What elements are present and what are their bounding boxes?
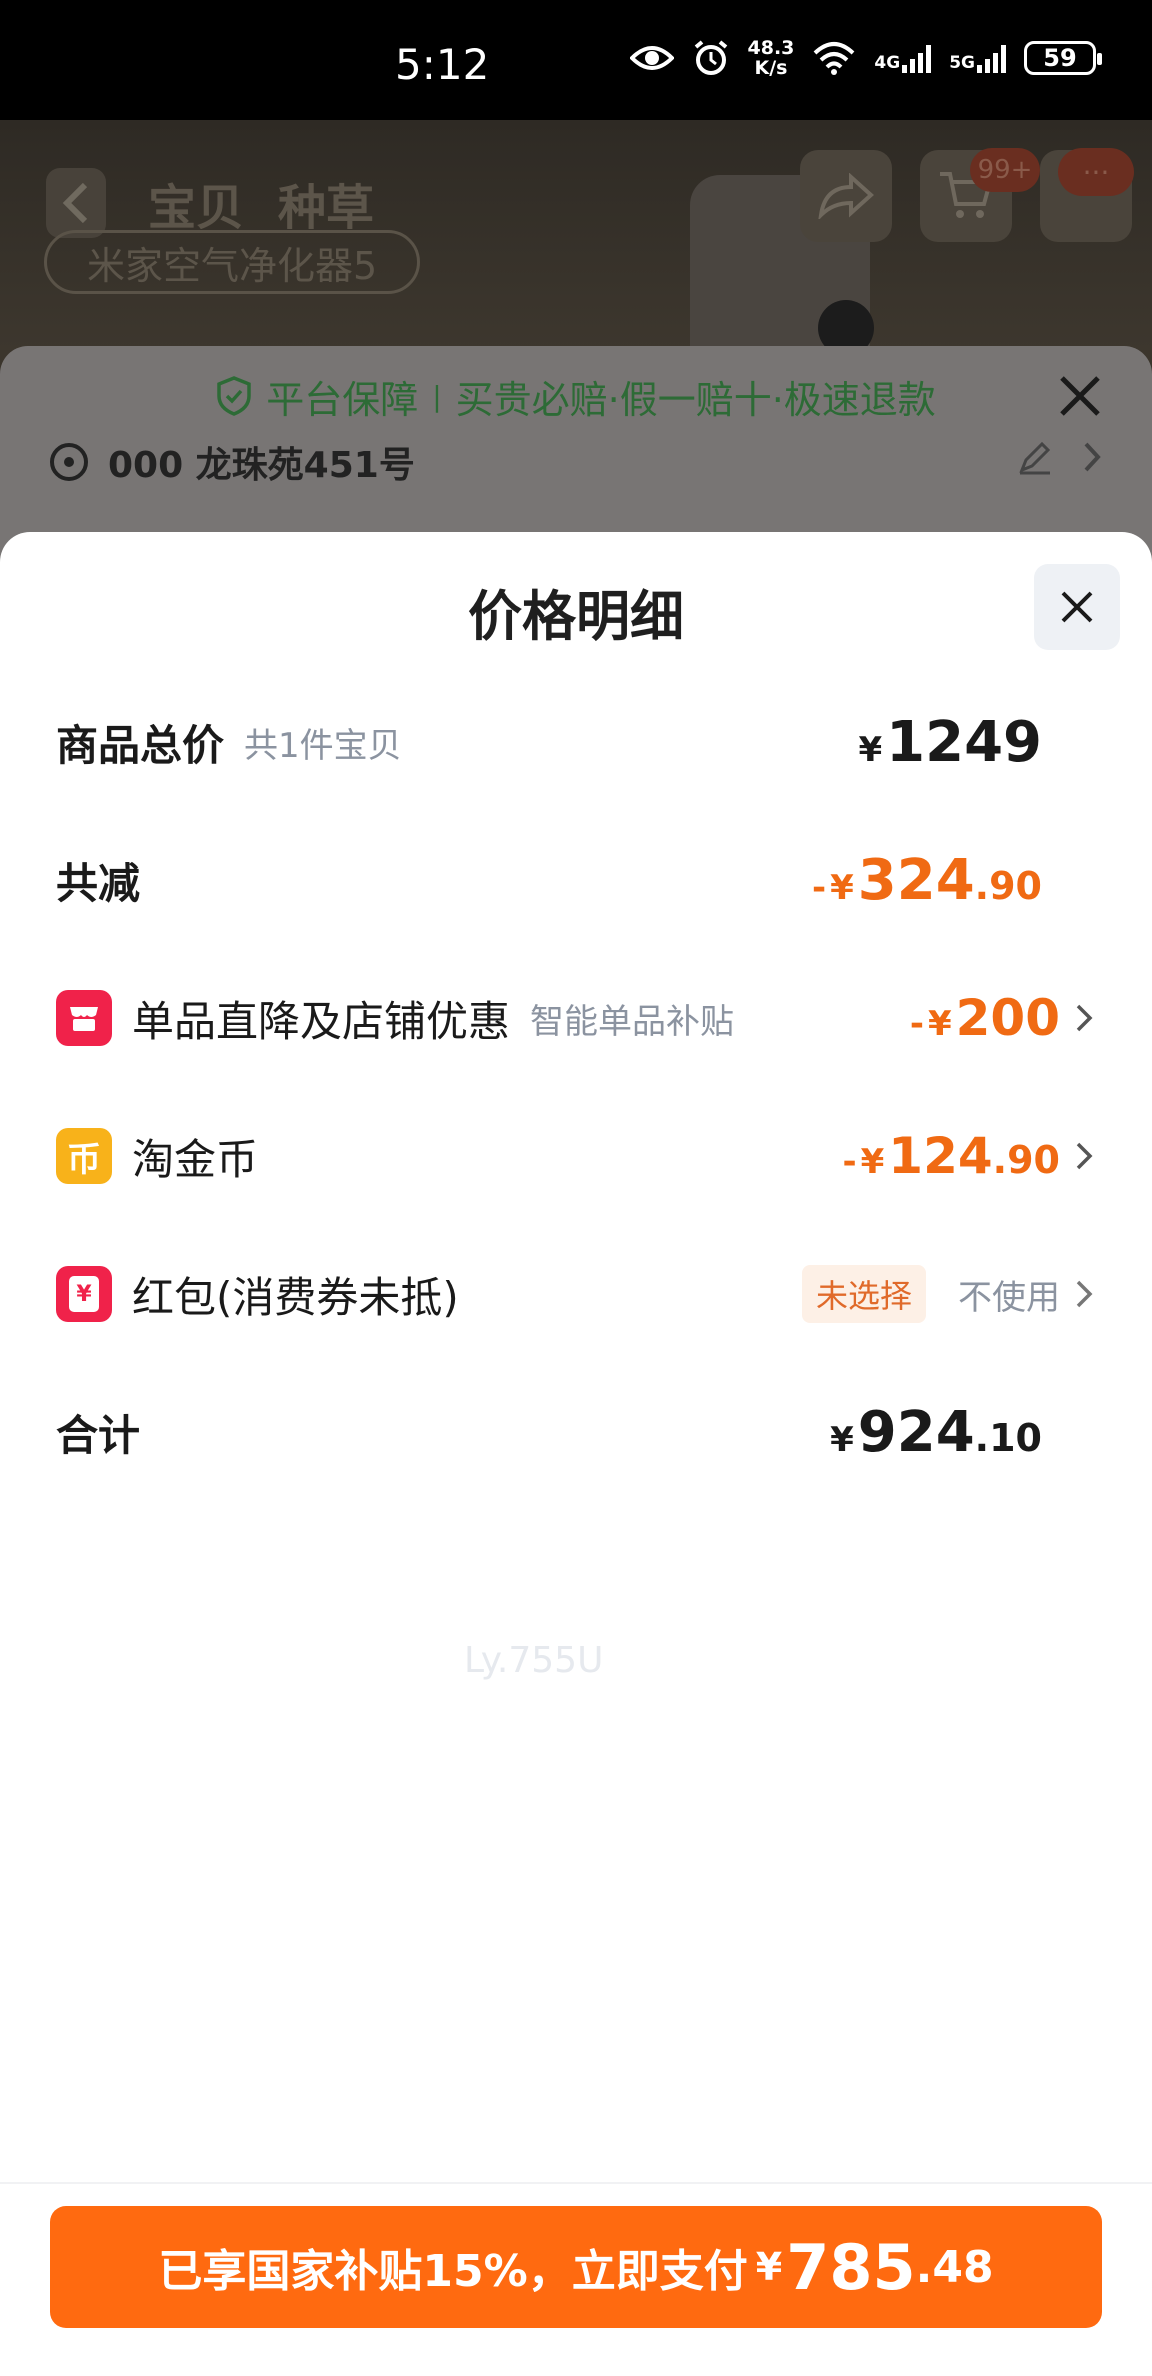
currency-symbol: ¥	[860, 1142, 885, 1182]
address-text: 000 龙珠苑451号	[108, 445, 415, 486]
status-icons: 48.3 K/s 4G 5G 59	[629, 38, 1102, 78]
hongbao-status-tag: 未选择	[801, 1265, 926, 1323]
bottom-safe-area	[0, 2340, 1152, 2376]
price-dec: .90	[974, 863, 1042, 908]
footer-divider	[0, 2182, 1152, 2184]
currency-symbol: ¥	[858, 729, 883, 770]
tab-baobei[interactable]: 宝贝	[148, 168, 244, 238]
total-price-label: 商品总价	[56, 720, 225, 770]
item-count: 共1件宝贝	[244, 725, 402, 766]
store-icon	[56, 990, 112, 1046]
eye-icon	[629, 43, 674, 73]
edit-icon[interactable]	[1016, 438, 1054, 476]
location-icon	[50, 443, 88, 481]
sum-row: 合计 ¥ 924 .10	[56, 1392, 1096, 1472]
status-bar: 5:12 48.3 K/s 4G 5G 59	[0, 0, 1152, 120]
store-discount-label: 单品直降及店铺优惠	[132, 996, 511, 1046]
store-discount-value: - ¥ 200	[910, 989, 1060, 1047]
coin-icon: 币	[56, 1128, 112, 1184]
share-button[interactable]	[800, 150, 892, 242]
platform-guarantee: 平台保障 | 买贵必赔·假一赔十·极速退款	[0, 346, 1152, 446]
chevron-right-icon	[1076, 1004, 1093, 1032]
signal-type-1: 4G	[874, 53, 901, 73]
chevron-right-icon	[1076, 1280, 1093, 1308]
sum-value: ¥ 924 .10	[830, 1400, 1042, 1465]
pay-currency: ¥	[755, 2245, 783, 2289]
watermark: Ly.755U	[464, 1640, 604, 1681]
currency-symbol: ¥	[830, 867, 854, 908]
modal-title: 价格明细	[468, 585, 684, 648]
minus-sign: -	[811, 867, 827, 908]
price-int: 200	[955, 989, 1060, 1047]
net-speed: 48.3 K/s	[748, 38, 795, 78]
share-icon	[818, 173, 874, 219]
signal-icon: 4G	[874, 43, 932, 73]
search-box[interactable]: 米家空气净化器5	[44, 230, 420, 294]
modal-close-button[interactable]	[1034, 564, 1120, 650]
hongbao-value: 不使用	[958, 1277, 1060, 1318]
price-int: 1249	[886, 709, 1042, 775]
price-int: 124	[888, 1127, 993, 1185]
hongbao-row[interactable]: ¥ 红包(消费券未抵) 未选择 不使用	[56, 1254, 1096, 1334]
back-button[interactable]	[46, 168, 106, 238]
taojinbi-label: 淘金币	[132, 1134, 259, 1184]
price-int: 924	[857, 1399, 975, 1465]
shield-icon	[217, 376, 251, 416]
cart-badge: 99+	[970, 148, 1040, 192]
currency-symbol: ¥	[830, 1419, 854, 1460]
pay-amount-int: 785	[786, 2230, 916, 2304]
total-discount-label: 共减	[56, 858, 141, 908]
total-discount-value: - ¥ 324 .90	[812, 848, 1042, 913]
battery-level: 59	[1043, 44, 1077, 72]
guarantee-separator: |	[432, 379, 442, 413]
close-icon[interactable]	[1054, 370, 1106, 422]
red-packet-icon: ¥	[56, 1266, 112, 1322]
close-icon	[1061, 591, 1093, 623]
status-time: 5:12	[395, 40, 490, 89]
price-dec: .10	[974, 1415, 1042, 1460]
chevron-right-icon[interactable]	[1082, 440, 1102, 474]
alarm-icon	[692, 39, 730, 77]
address-tools	[1016, 438, 1102, 476]
pay-amount-dec: .48	[915, 2241, 994, 2293]
store-discount-note: 智能单品补贴	[530, 1001, 735, 1042]
minus-sign: -	[909, 1004, 924, 1044]
net-speed-value: 48.3	[747, 37, 795, 59]
price-int: 324	[857, 847, 975, 913]
product-header: 宝贝 种草 米家空气净化器5 99+ ···	[0, 120, 1152, 375]
net-speed-unit: K/s	[754, 57, 788, 79]
price-detail-modal: 价格明细 商品总价 共1件宝贝 ¥ 1249 共减 - ¥ 324 .90 单品…	[0, 532, 1152, 2376]
minus-sign: -	[842, 1142, 857, 1182]
hongbao-label: 红包(消费券未抵)	[132, 1272, 459, 1322]
total-discount-row: 共减 - ¥ 324 .90	[56, 840, 1096, 920]
store-discount-row[interactable]: 单品直降及店铺优惠 智能单品补贴 - ¥ 200	[56, 978, 1096, 1058]
price-dec: .90	[992, 1138, 1060, 1182]
total-price-row: 商品总价 共1件宝贝 ¥ 1249	[56, 702, 1096, 782]
battery-icon: 59	[1024, 41, 1102, 75]
chevron-left-icon	[62, 182, 88, 224]
sum-label: 合计	[56, 1410, 141, 1460]
wifi-icon	[812, 41, 856, 75]
more-badge: ···	[1058, 148, 1134, 196]
coin-icon-glyph: 币	[67, 1139, 101, 1180]
red-packet-glyph: ¥	[69, 1276, 99, 1312]
guarantee-title: 平台保障	[266, 377, 419, 422]
search-text: 米家空气净化器5	[87, 243, 378, 288]
signal-icon: 5G	[949, 43, 1006, 73]
signal-type-2: 5G	[949, 53, 975, 73]
taojinbi-row[interactable]: 币 淘金币 - ¥ 124 .90	[56, 1116, 1096, 1196]
taojinbi-value: - ¥ 124 .90	[843, 1127, 1061, 1185]
guarantee-details: 买贵必赔·假一赔十·极速退款	[455, 377, 936, 422]
chevron-right-icon	[1076, 1142, 1093, 1170]
tab-zhongcao[interactable]: 种草	[278, 168, 374, 238]
address-row[interactable]: 000 龙珠苑451号	[50, 436, 415, 488]
currency-symbol: ¥	[927, 1004, 952, 1044]
pay-button-label: 已享国家补贴15%，立即支付	[158, 2246, 748, 2297]
pay-now-button[interactable]: 已享国家补贴15%，立即支付 ¥ 785 .48	[50, 2206, 1102, 2328]
total-price-value: ¥ 1249	[858, 710, 1042, 775]
